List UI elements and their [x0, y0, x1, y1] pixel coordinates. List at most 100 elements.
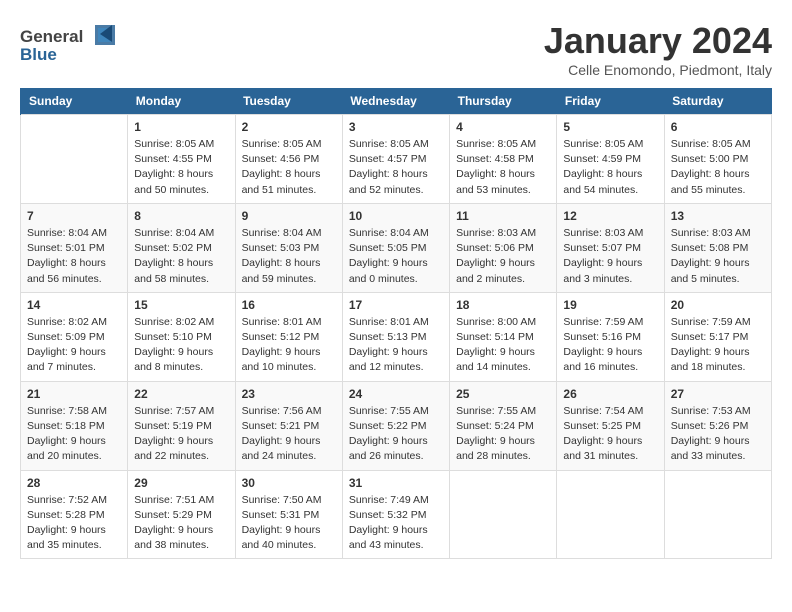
day-number: 21 — [27, 387, 121, 401]
day-info: Sunrise: 8:05 AM Sunset: 4:59 PM Dayligh… — [563, 137, 657, 198]
calendar-week-5: 28 Sunrise: 7:52 AM Sunset: 5:28 PM Dayli… — [21, 470, 772, 559]
day-info: Sunrise: 8:04 AM Sunset: 5:03 PM Dayligh… — [242, 226, 336, 287]
day-number: 6 — [671, 120, 765, 134]
day-info: Sunrise: 8:05 AM Sunset: 5:00 PM Dayligh… — [671, 137, 765, 198]
day-number: 28 — [27, 476, 121, 490]
logo: General Blue — [20, 20, 130, 70]
calendar-cell: 8Sunrise: 8:04 AM Sunset: 5:02 PM Daylig… — [128, 203, 235, 292]
day-number: 30 — [242, 476, 336, 490]
calendar-cell: 9 Sunrise: 8:04 AM Sunset: 5:03 PM Daylig… — [235, 203, 342, 292]
day-number: 26 — [563, 387, 657, 401]
day-number: 24 — [349, 387, 443, 401]
day-number: 25 — [456, 387, 550, 401]
day-info: Sunrise: 8:05 AM Sunset: 4:58 PM Dayligh… — [456, 137, 550, 198]
calendar-cell: 3Sunrise: 8:05 AM Sunset: 4:57 PM Daylig… — [342, 115, 449, 204]
day-info: Sunrise: 7:52 AM Sunset: 5:28 PM Dayligh… — [27, 493, 121, 554]
month-title: January 2024 — [544, 20, 772, 62]
calendar-cell — [664, 470, 771, 559]
calendar-cell: 10 Sunrise: 8:04 AM Sunset: 5:05 PM Dayli… — [342, 203, 449, 292]
calendar-cell: 18 Sunrise: 8:00 AM Sunset: 5:14 PM Dayli… — [450, 292, 557, 381]
day-number: 5 — [563, 120, 657, 134]
calendar-cell: 26 Sunrise: 7:54 AM Sunset: 5:25 PM Dayli… — [557, 381, 664, 470]
day-number: 4 — [456, 120, 550, 134]
day-number: 8 — [134, 209, 228, 223]
calendar-cell: 6 Sunrise: 8:05 AM Sunset: 5:00 PM Daylig… — [664, 115, 771, 204]
calendar-cell: 17Sunrise: 8:01 AM Sunset: 5:13 PM Dayli… — [342, 292, 449, 381]
day-info: Sunrise: 7:56 AM Sunset: 5:21 PM Dayligh… — [242, 404, 336, 465]
calendar-cell: 5 Sunrise: 8:05 AM Sunset: 4:59 PM Daylig… — [557, 115, 664, 204]
day-number: 16 — [242, 298, 336, 312]
calendar-cell: 14Sunrise: 8:02 AM Sunset: 5:09 PM Dayli… — [21, 292, 128, 381]
calendar-cell: 24Sunrise: 7:55 AM Sunset: 5:22 PM Dayli… — [342, 381, 449, 470]
calendar-cell — [21, 115, 128, 204]
calendar-week-2: 7Sunrise: 8:04 AM Sunset: 5:01 PM Daylig… — [21, 203, 772, 292]
day-number: 18 — [456, 298, 550, 312]
day-number: 15 — [134, 298, 228, 312]
calendar-cell: 11 Sunrise: 8:03 AM Sunset: 5:06 PM Dayli… — [450, 203, 557, 292]
day-number: 1 — [134, 120, 228, 134]
svg-text:General: General — [20, 27, 83, 46]
day-info: Sunrise: 8:03 AM Sunset: 5:06 PM Dayligh… — [456, 226, 550, 287]
day-info: Sunrise: 7:50 AM Sunset: 5:31 PM Dayligh… — [242, 493, 336, 554]
calendar-cell — [557, 470, 664, 559]
calendar-cell: 21 Sunrise: 7:58 AM Sunset: 5:18 PM Dayli… — [21, 381, 128, 470]
calendar-cell: 12Sunrise: 8:03 AM Sunset: 5:07 PM Dayli… — [557, 203, 664, 292]
calendar-cell: 7Sunrise: 8:04 AM Sunset: 5:01 PM Daylig… — [21, 203, 128, 292]
calendar-week-3: 14Sunrise: 8:02 AM Sunset: 5:09 PM Dayli… — [21, 292, 772, 381]
day-info: Sunrise: 8:02 AM Sunset: 5:10 PM Dayligh… — [134, 315, 228, 376]
day-number: 31 — [349, 476, 443, 490]
day-number: 9 — [242, 209, 336, 223]
day-info: Sunrise: 7:59 AM Sunset: 5:16 PM Dayligh… — [563, 315, 657, 376]
day-info: Sunrise: 8:04 AM Sunset: 5:05 PM Dayligh… — [349, 226, 443, 287]
day-info: Sunrise: 8:05 AM Sunset: 4:56 PM Dayligh… — [242, 137, 336, 198]
day-number: 2 — [242, 120, 336, 134]
calendar-cell: 23 Sunrise: 7:56 AM Sunset: 5:21 PM Dayli… — [235, 381, 342, 470]
svg-text:Blue: Blue — [20, 45, 57, 64]
calendar-cell: 16 Sunrise: 8:01 AM Sunset: 5:12 PM Dayli… — [235, 292, 342, 381]
day-number: 23 — [242, 387, 336, 401]
calendar-cell: 31 Sunrise: 7:49 AM Sunset: 5:32 PM Dayli… — [342, 470, 449, 559]
day-number: 3 — [349, 120, 443, 134]
day-info: Sunrise: 8:00 AM Sunset: 5:14 PM Dayligh… — [456, 315, 550, 376]
day-number: 29 — [134, 476, 228, 490]
calendar-cell: 20 Sunrise: 7:59 AM Sunset: 5:17 PM Dayli… — [664, 292, 771, 381]
day-info: Sunrise: 7:51 AM Sunset: 5:29 PM Dayligh… — [134, 493, 228, 554]
day-number: 7 — [27, 209, 121, 223]
day-info: Sunrise: 8:01 AM Sunset: 5:13 PM Dayligh… — [349, 315, 443, 376]
day-number: 11 — [456, 209, 550, 223]
day-info: Sunrise: 8:01 AM Sunset: 5:12 PM Dayligh… — [242, 315, 336, 376]
title-block: January 2024 Celle Enomondo, Piedmont, I… — [544, 20, 772, 78]
day-number: 13 — [671, 209, 765, 223]
day-number: 12 — [563, 209, 657, 223]
day-number: 27 — [671, 387, 765, 401]
col-header-sunday: Sunday — [21, 88, 128, 115]
day-number: 20 — [671, 298, 765, 312]
page-header: General Blue January 2024 Celle Enomondo… — [20, 20, 772, 78]
calendar-cell: 29 Sunrise: 7:51 AM Sunset: 5:29 PM Dayli… — [128, 470, 235, 559]
day-number: 10 — [349, 209, 443, 223]
col-header-monday: Monday — [128, 88, 235, 115]
col-header-friday: Friday — [557, 88, 664, 115]
col-header-wednesday: Wednesday — [342, 88, 449, 115]
calendar-cell: 15 Sunrise: 8:02 AM Sunset: 5:10 PM Dayli… — [128, 292, 235, 381]
calendar-cell: 30 Sunrise: 7:50 AM Sunset: 5:31 PM Dayli… — [235, 470, 342, 559]
day-number: 14 — [27, 298, 121, 312]
day-info: Sunrise: 7:58 AM Sunset: 5:18 PM Dayligh… — [27, 404, 121, 465]
calendar-cell — [450, 470, 557, 559]
day-info: Sunrise: 7:54 AM Sunset: 5:25 PM Dayligh… — [563, 404, 657, 465]
calendar-week-4: 21 Sunrise: 7:58 AM Sunset: 5:18 PM Dayli… — [21, 381, 772, 470]
col-header-saturday: Saturday — [664, 88, 771, 115]
day-info: Sunrise: 7:53 AM Sunset: 5:26 PM Dayligh… — [671, 404, 765, 465]
calendar-cell: 13Sunrise: 8:03 AM Sunset: 5:08 PM Dayli… — [664, 203, 771, 292]
day-info: Sunrise: 7:57 AM Sunset: 5:19 PM Dayligh… — [134, 404, 228, 465]
logo-text: General Blue — [20, 20, 130, 70]
day-info: Sunrise: 7:49 AM Sunset: 5:32 PM Dayligh… — [349, 493, 443, 554]
day-info: Sunrise: 7:59 AM Sunset: 5:17 PM Dayligh… — [671, 315, 765, 376]
day-info: Sunrise: 7:55 AM Sunset: 5:24 PM Dayligh… — [456, 404, 550, 465]
calendar-cell: 19Sunrise: 7:59 AM Sunset: 5:16 PM Dayli… — [557, 292, 664, 381]
col-header-tuesday: Tuesday — [235, 88, 342, 115]
calendar-cell: 1Sunrise: 8:05 AM Sunset: 4:55 PM Daylig… — [128, 115, 235, 204]
calendar-cell: 28 Sunrise: 7:52 AM Sunset: 5:28 PM Dayli… — [21, 470, 128, 559]
calendar-cell: 22Sunrise: 7:57 AM Sunset: 5:19 PM Dayli… — [128, 381, 235, 470]
location: Celle Enomondo, Piedmont, Italy — [544, 62, 772, 78]
